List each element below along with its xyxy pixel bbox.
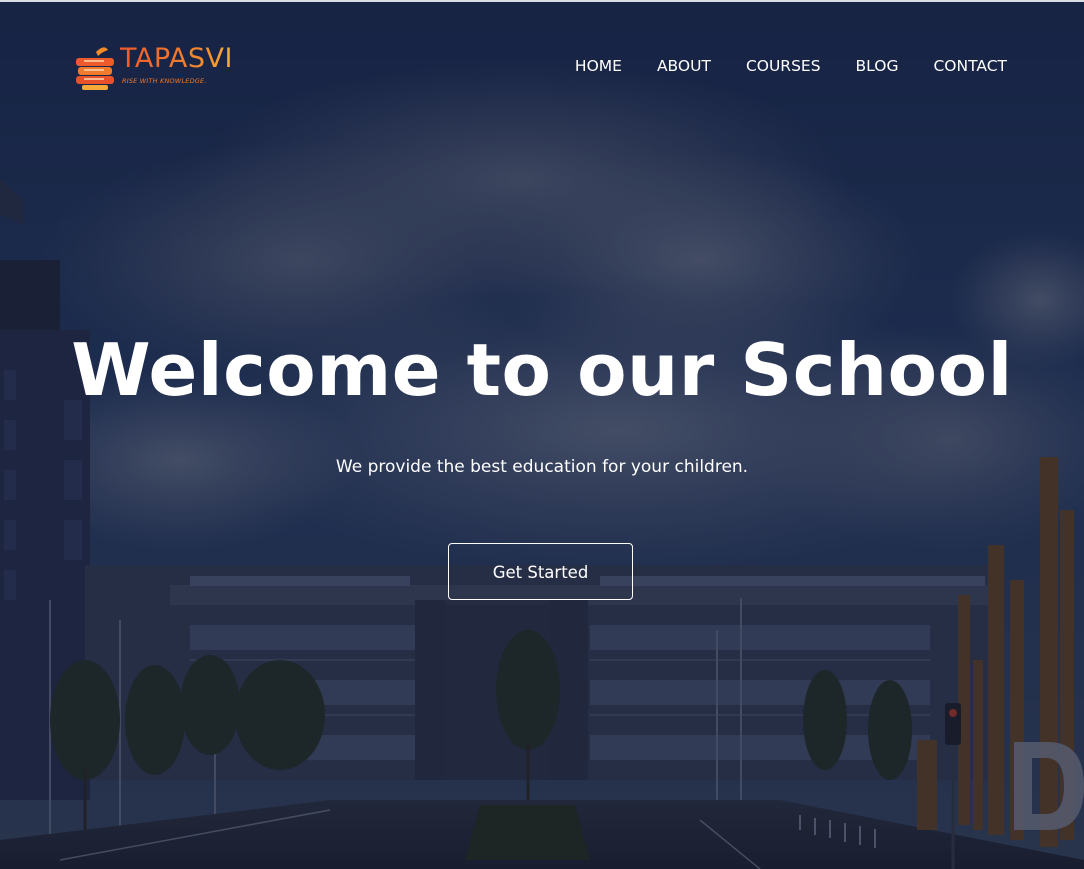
nav-item-home[interactable]: HOME bbox=[575, 55, 622, 77]
brand-name: TAPASVI bbox=[120, 43, 233, 74]
main-nav: HOME ABOUT COURSES BLOG CONTACT bbox=[575, 55, 1007, 77]
hero-subtitle: We provide the best education for your c… bbox=[335, 457, 749, 477]
hero-section: TAPASVI RISE WITH KNOWLEDGE. HOME ABOUT … bbox=[0, 0, 1084, 869]
stacked-books-apple-icon bbox=[76, 47, 114, 90]
nav-item-courses[interactable]: COURSES bbox=[746, 55, 821, 77]
hero-title: Welcome to our School bbox=[71, 328, 1013, 412]
nav-item-contact[interactable]: CONTACT bbox=[933, 55, 1007, 77]
nav-item-about[interactable]: ABOUT bbox=[657, 55, 711, 77]
get-started-button[interactable]: Get Started bbox=[448, 543, 633, 600]
nav-item-blog[interactable]: BLOG bbox=[856, 55, 899, 77]
brand-tagline: RISE WITH KNOWLEDGE. bbox=[122, 77, 207, 85]
site-header: TAPASVI RISE WITH KNOWLEDGE. HOME ABOUT … bbox=[0, 0, 1084, 132]
brand-logo[interactable]: TAPASVI RISE WITH KNOWLEDGE. bbox=[74, 42, 244, 94]
